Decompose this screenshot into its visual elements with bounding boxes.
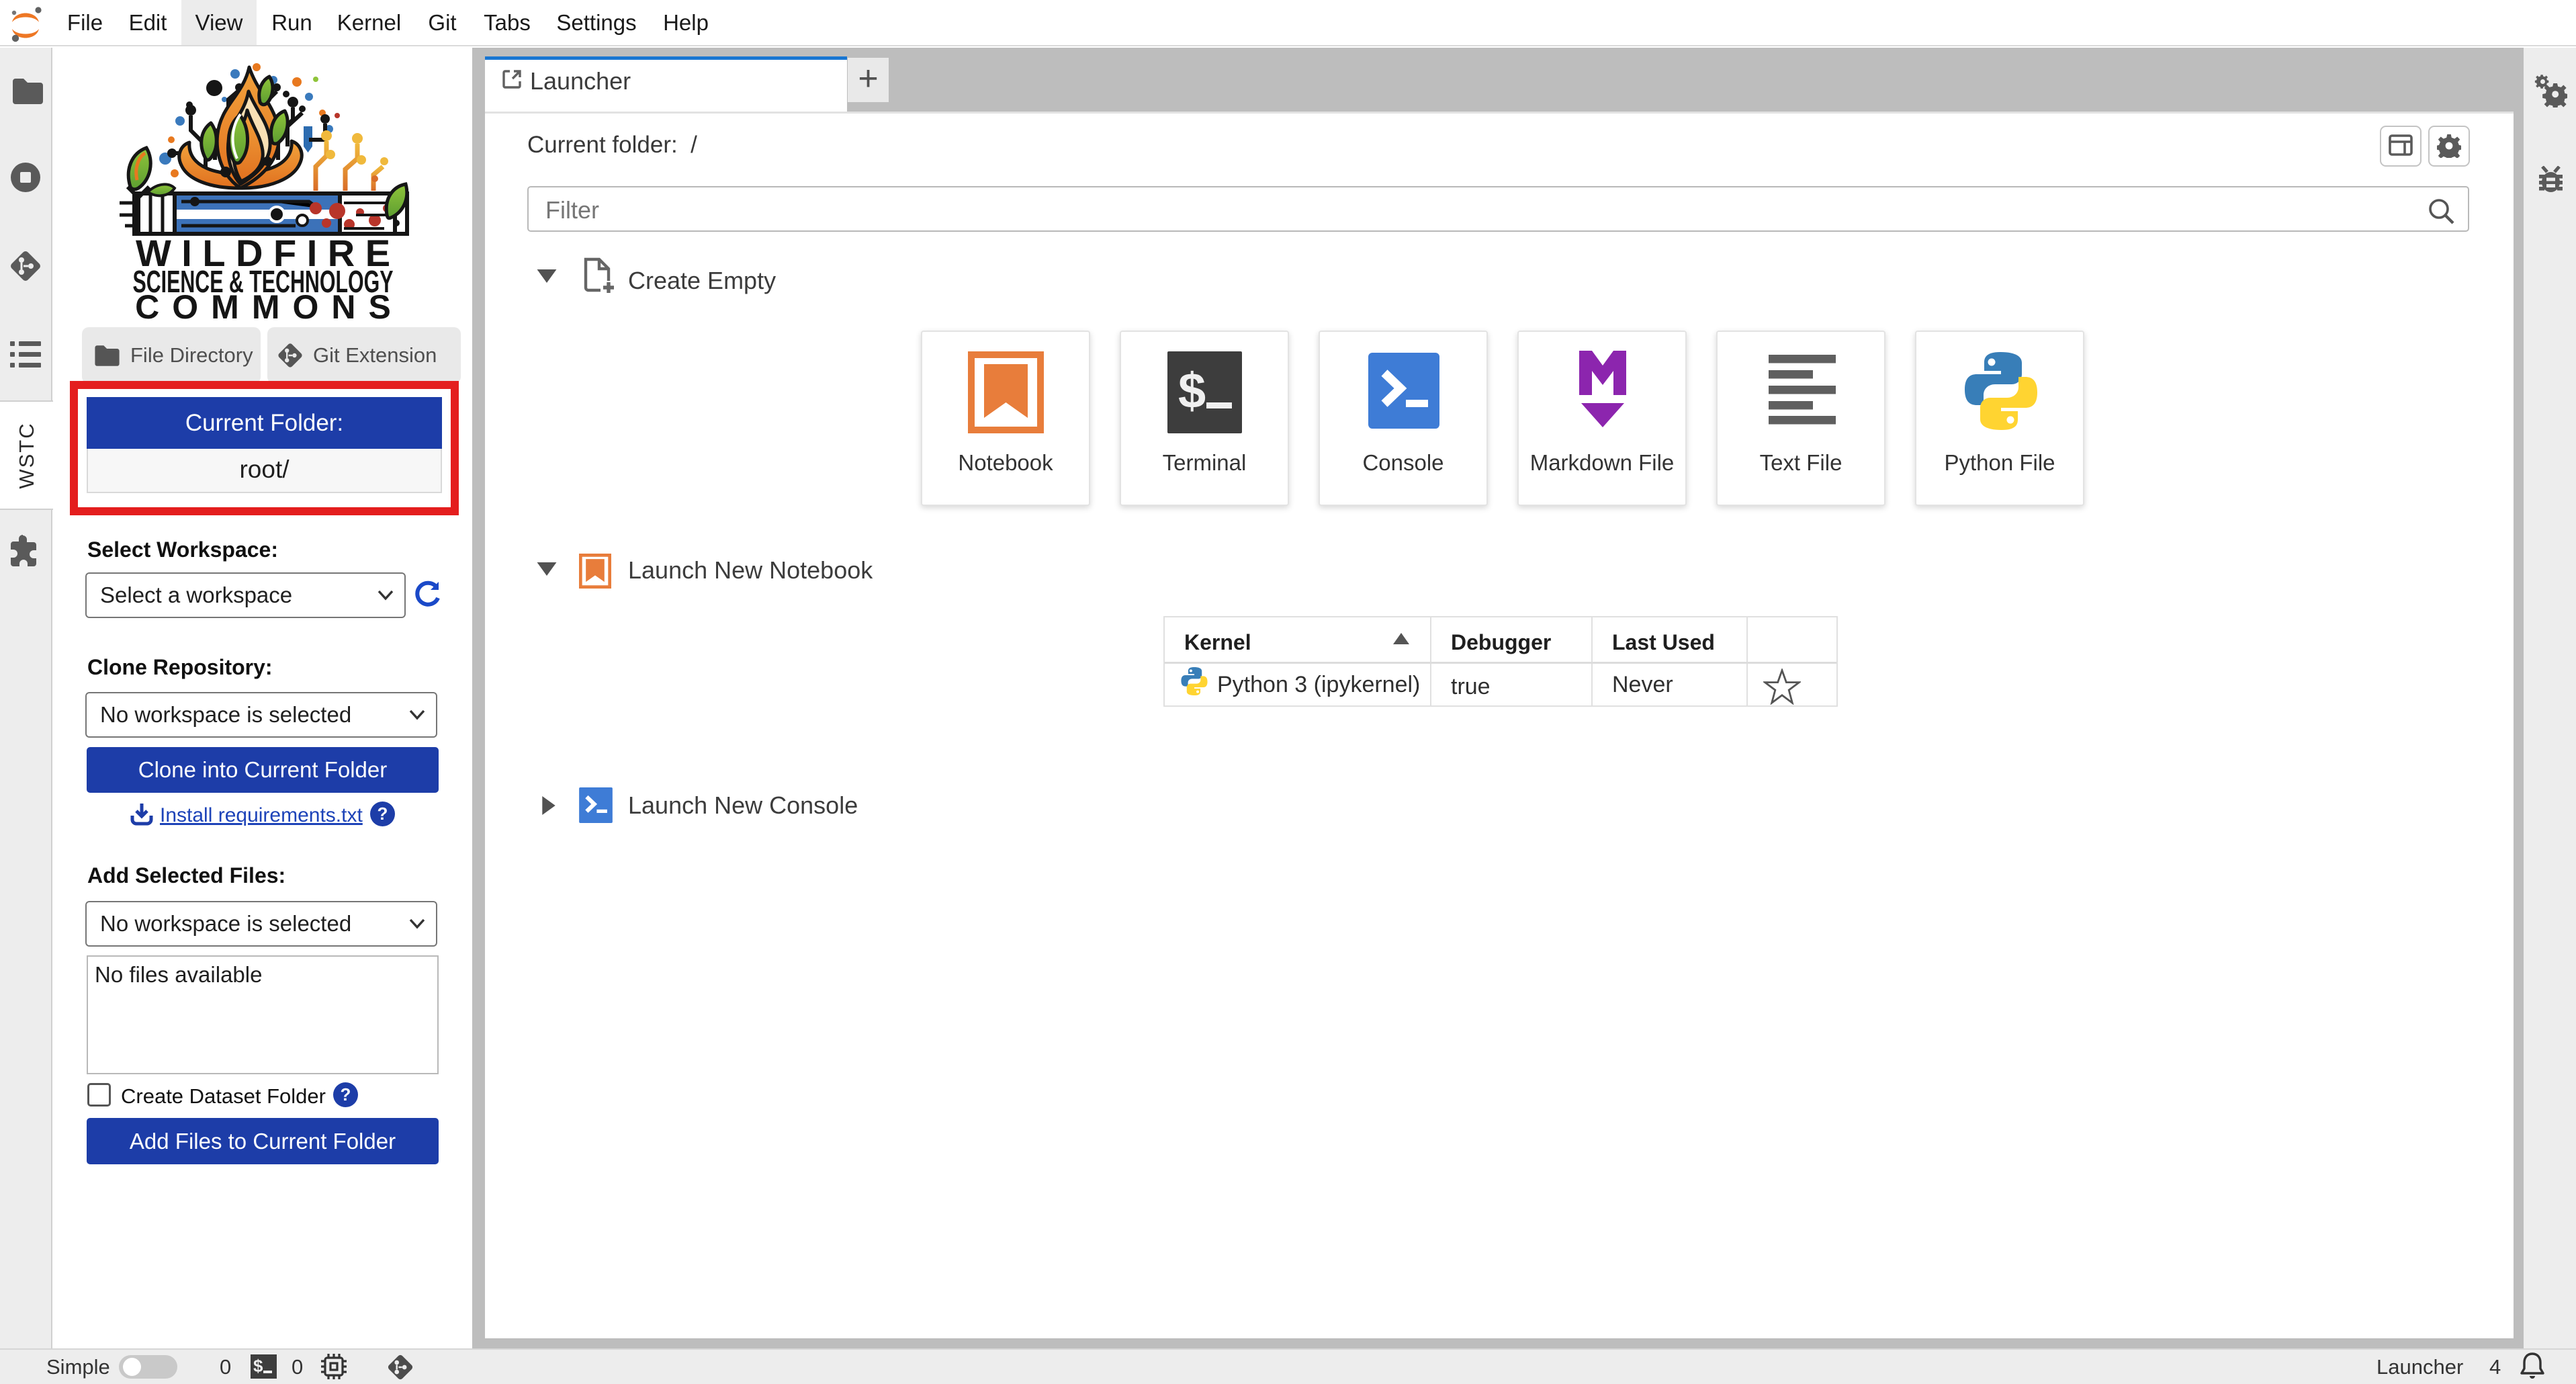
svg-text:$: $ [253, 1357, 263, 1376]
svg-text:$: $ [1178, 363, 1206, 419]
